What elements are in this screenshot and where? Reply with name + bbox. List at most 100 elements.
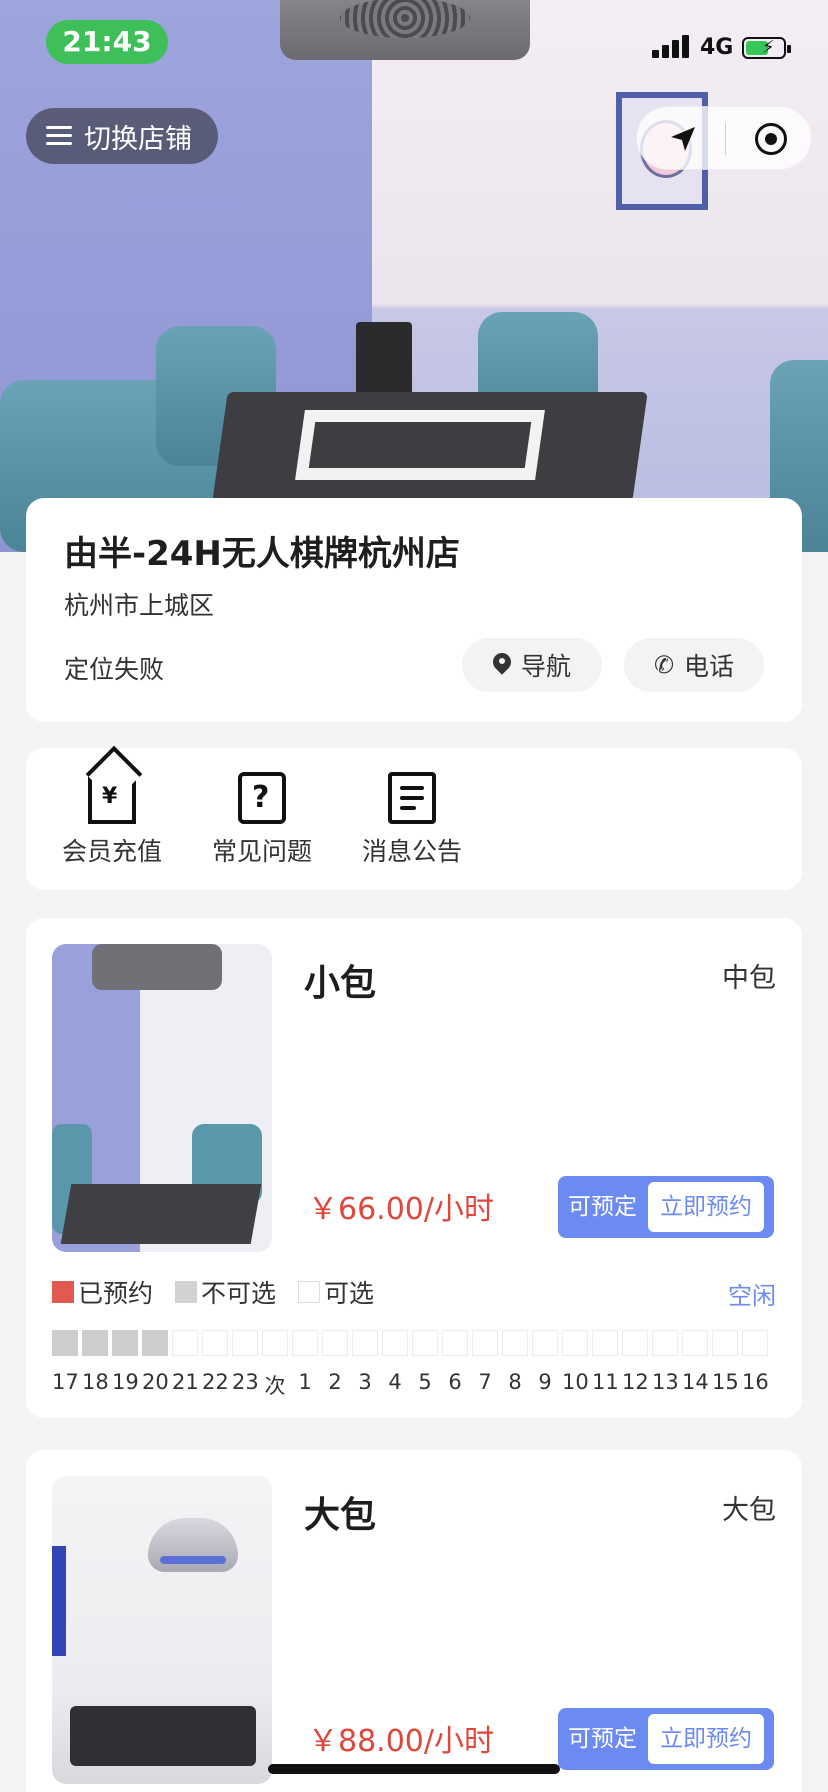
- hour-cell[interactable]: [172, 1330, 198, 1356]
- hour-label: 8: [508, 1370, 522, 1394]
- announcement-icon: [388, 772, 436, 824]
- hour-label: 18: [82, 1370, 109, 1394]
- mini-program-capsule: [636, 106, 812, 170]
- menu-item-faq[interactable]: ? 常见问题: [202, 772, 322, 868]
- room-name: 小包: [304, 963, 377, 1004]
- hour-cell[interactable]: [742, 1330, 768, 1356]
- switch-store-label: 切换店铺: [84, 123, 192, 155]
- quick-menu-card: ¥ 会员充值 ? 常见问题 消息公告: [26, 748, 802, 890]
- menu-item-member-recharge[interactable]: ¥ 会员充值: [52, 772, 172, 868]
- hour-cell[interactable]: [712, 1330, 738, 1356]
- phone-button[interactable]: ✆ 电话: [624, 638, 764, 692]
- hour-cell[interactable]: [202, 1330, 228, 1356]
- hour-cell[interactable]: [232, 1330, 258, 1356]
- store-name: 由半-24H无人棋牌杭州店: [64, 534, 460, 574]
- hour-cell[interactable]: [592, 1330, 618, 1356]
- store-info-card: 由半-24H无人棋牌杭州店 杭州市上城区 定位失败 导航 ✆ 电话: [26, 498, 802, 722]
- hour-label: 10: [562, 1370, 589, 1394]
- hour-label: 6: [448, 1370, 462, 1394]
- hour-cell[interactable]: [502, 1330, 528, 1356]
- room-photo: [52, 944, 272, 1252]
- phone-label: 电话: [684, 652, 735, 681]
- hour-label: 14: [682, 1370, 709, 1394]
- phone-icon: ✆: [653, 651, 675, 679]
- room-price: ￥88.00/小时: [308, 1724, 494, 1759]
- hour-label: 12: [622, 1370, 649, 1394]
- hour-label: 20: [142, 1370, 169, 1394]
- hour-cell[interactable]: [382, 1330, 408, 1356]
- photo-mahjong-tiles: [295, 410, 545, 480]
- hour-cell[interactable]: [52, 1330, 78, 1356]
- bookable-label: 可预定: [568, 1726, 637, 1752]
- legend-unavailable: 不可选: [201, 1279, 277, 1308]
- legend-available-swatch: [298, 1281, 321, 1303]
- hour-label: 15: [712, 1370, 739, 1394]
- legend-booked: 已预约: [78, 1279, 154, 1308]
- location-status: 定位失败: [64, 655, 165, 684]
- hour-cell[interactable]: [682, 1330, 708, 1356]
- hour-label: 21: [172, 1370, 199, 1394]
- hour-label: 4: [388, 1370, 402, 1394]
- hour-label: 9: [538, 1370, 552, 1394]
- hour-cell[interactable]: [352, 1330, 378, 1356]
- legend-booked-swatch: [52, 1281, 74, 1303]
- hour-label: 17: [52, 1370, 79, 1394]
- room-type: 大包: [722, 1495, 776, 1526]
- room-card-large[interactable]: 大包 大包 ￥88.00/小时 可预定 立即预约: [26, 1450, 802, 1792]
- capsule-divider: [725, 123, 726, 155]
- book-now-button[interactable]: 立即预约: [648, 1714, 764, 1764]
- faq-icon: ?: [238, 772, 286, 824]
- hour-label: 3: [358, 1370, 372, 1394]
- hour-timeline: 17 18 19 20 21 22 23 次 1 2 3 4 5 6 7 8 9 10 11 12 13 14 15 16: [52, 1330, 800, 1400]
- hour-labels: 17 18 19 20 21 22 23 次 1 2 3 4 5 6 7 8 9 10 11 12 13 14 15 16: [52, 1370, 800, 1400]
- hour-cell[interactable]: [622, 1330, 648, 1356]
- navigate-button[interactable]: 导航: [462, 638, 602, 692]
- close-target-icon[interactable]: [755, 123, 787, 155]
- menu-item-announcement[interactable]: 消息公告: [352, 772, 472, 868]
- hour-cell[interactable]: [412, 1330, 438, 1356]
- home-indicator: [268, 1764, 560, 1774]
- network-type: 4G: [700, 35, 734, 60]
- hour-label: 19: [112, 1370, 139, 1394]
- battery-icon: ⚡: [742, 37, 791, 59]
- room-price: ￥66.00/小时: [308, 1192, 494, 1227]
- room-card-small[interactable]: 小包 中包 ￥66.00/小时 可预定 立即预约 已预约 不可选 可选 空闲 1…: [26, 918, 802, 1418]
- hour-cell[interactable]: [112, 1330, 138, 1356]
- status-time: 21:43: [46, 20, 168, 64]
- location-arrow-icon[interactable]: [667, 123, 699, 155]
- member-recharge-icon: ¥: [88, 772, 136, 824]
- booking-box: 可预定 立即预约: [558, 1708, 774, 1770]
- hour-cell[interactable]: [322, 1330, 348, 1356]
- hour-label: 13: [652, 1370, 679, 1394]
- hour-cell[interactable]: [652, 1330, 678, 1356]
- hour-cell[interactable]: [442, 1330, 468, 1356]
- bookable-label: 可预定: [568, 1194, 637, 1220]
- book-now-button[interactable]: 立即预约: [648, 1182, 764, 1232]
- legend-unavailable-swatch: [175, 1281, 198, 1303]
- hour-label: 11: [592, 1370, 619, 1394]
- availability-legend: 已预约 不可选 可选: [52, 1274, 388, 1310]
- hour-label: 次: [264, 1374, 286, 1398]
- hour-cell[interactable]: [262, 1330, 288, 1356]
- hour-label: 22: [202, 1370, 229, 1394]
- room-photo: [52, 1476, 272, 1784]
- menu-item-label: 会员充值: [61, 837, 162, 866]
- menu-icon: [46, 126, 72, 146]
- hour-label: 1: [298, 1370, 312, 1394]
- map-pin-icon: [493, 653, 511, 677]
- menu-item-label: 常见问题: [211, 837, 312, 866]
- hour-cell[interactable]: [142, 1330, 168, 1356]
- room-status: 空闲: [728, 1282, 776, 1310]
- hour-cells: [52, 1330, 800, 1356]
- hour-label: 16: [742, 1370, 769, 1394]
- hour-cell[interactable]: [472, 1330, 498, 1356]
- switch-store-button[interactable]: 切换店铺: [26, 108, 218, 164]
- hour-cell[interactable]: [532, 1330, 558, 1356]
- signal-icon: [652, 34, 692, 58]
- hour-label: 23: [232, 1370, 259, 1394]
- hour-cell[interactable]: [562, 1330, 588, 1356]
- hour-cell[interactable]: [292, 1330, 318, 1356]
- status-bar: 21:43 4G ⚡: [0, 0, 828, 88]
- hour-cell[interactable]: [82, 1330, 108, 1356]
- store-address: 杭州市上城区: [64, 591, 215, 620]
